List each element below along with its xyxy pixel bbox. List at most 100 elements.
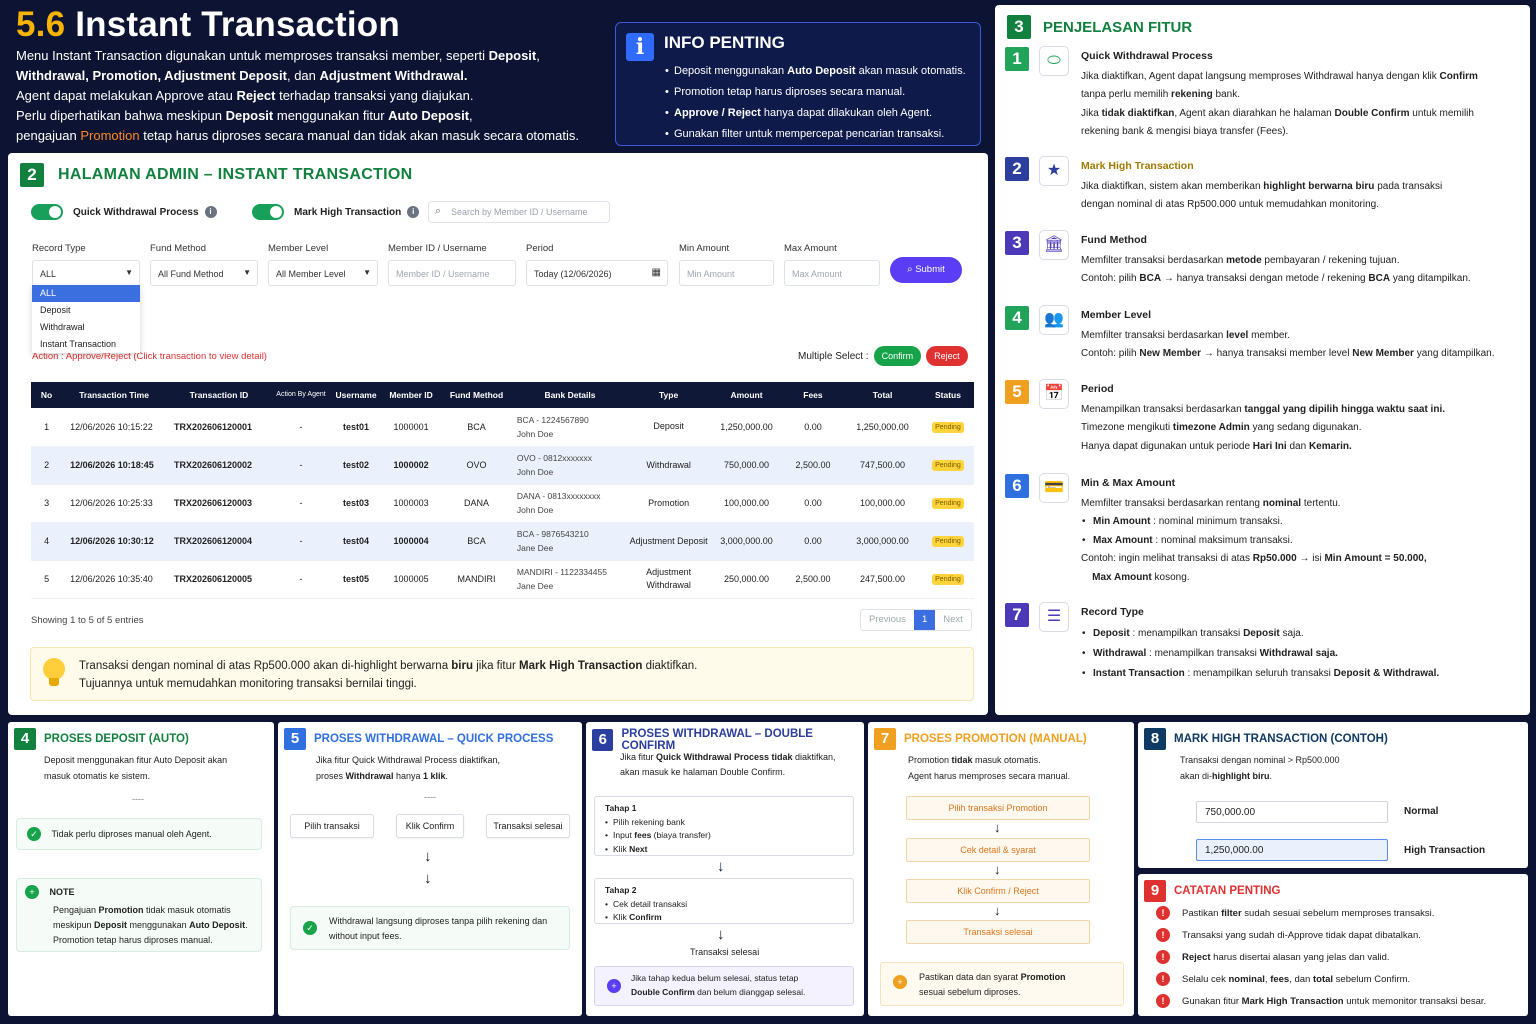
column-header[interactable]: Total (843, 382, 922, 408)
flow-step: Cek detail & syarat (906, 838, 1090, 862)
feature-title: Record Type (1081, 606, 1144, 618)
step-2-box: Tahap 2 Cek detail transaksiKlik Confirm (594, 878, 854, 924)
column-header[interactable]: Fees (782, 382, 844, 408)
table-row[interactable]: 1 12/06/2026 10:15:22 TRX202606120001- test… (31, 408, 974, 447)
submit-button[interactable]: ⌕ Submit (890, 257, 962, 283)
table-header: No Transaction Time Transaction ID Action B… (31, 382, 974, 408)
table-cell: 12/06/2026 10:25:33 (62, 484, 166, 523)
table-cell: TRX202606120004 (166, 522, 272, 561)
column-header[interactable]: Amount (710, 382, 783, 408)
table-cell: 1,250,000.00 (843, 408, 922, 447)
feature-explanation-panel: 3 PENJELASAN FITUR 1 ⬭ Quick Withdrawal Pro… (995, 5, 1530, 715)
table-cell: 12/06/2026 10:30:12 (62, 522, 166, 561)
table-row[interactable]: 2 12/06/2026 10:18:45 TRX202606120002- test… (31, 446, 974, 485)
column-header[interactable]: No (31, 382, 63, 408)
arrow-down-icon: ↓ (994, 903, 1001, 918)
feature-number: 3 (1005, 231, 1029, 255)
reject-button[interactable]: Reject (926, 346, 968, 366)
flow-step: Pilih transaksi (290, 814, 374, 838)
previous-button[interactable]: Previous (861, 610, 914, 630)
table-cell: 4 (31, 522, 63, 561)
column-header[interactable]: Member ID (382, 382, 441, 408)
column-header[interactable]: Bank Details (512, 382, 628, 408)
chevron-down-icon: ▼ (363, 268, 371, 277)
column-header[interactable]: Transaction ID (166, 382, 272, 408)
star-icon: ★ (1039, 156, 1069, 186)
arrow-down-icon: ↓ (994, 820, 1001, 835)
member-id-input[interactable]: Member ID / Username (388, 260, 516, 286)
pagination: Previous 1 Next (860, 609, 972, 631)
section-number: 4 (14, 728, 36, 750)
table-cell: Deposit (627, 408, 711, 447)
section-title: PROSES WITHDRAWAL – QUICK PROCESS (314, 733, 554, 745)
table-cell: Pending (922, 484, 974, 523)
table-cell: OVO (440, 446, 513, 485)
table-cell: Adjustment Withdrawal (627, 560, 711, 599)
mark-high-transaction-toggle[interactable] (252, 204, 284, 220)
table-row[interactable]: 4 12/06/2026 10:30:12 TRX202606120004- test… (31, 522, 974, 561)
arrow-down-icon: ↓ (717, 926, 725, 943)
section-title: PROSES WITHDRAWAL – DOUBLE CONFIRM (621, 728, 813, 752)
section-number: 8 (1144, 728, 1166, 750)
period-input[interactable]: Today (12/06/2026) ▦ (526, 260, 668, 286)
table-row[interactable]: 3 12/06/2026 10:25:33 TRX202606120003- test… (31, 484, 974, 523)
quick-withdrawal-toggle[interactable] (31, 204, 63, 220)
withdrawal-quick-panel: 5 PROSES WITHDRAWAL – QUICK PROCESS Jika … (278, 722, 582, 1016)
help-icon[interactable]: i (407, 206, 420, 218)
page-button[interactable]: 1 (913, 610, 936, 630)
table-cell: 1 (31, 408, 63, 447)
filter-label: Member Level (268, 243, 329, 254)
feature-title: Min & Max Amount (1081, 477, 1176, 489)
column-header[interactable]: Type (627, 382, 711, 408)
chevron-down-icon: ▼ (125, 268, 133, 277)
table-cell: 1,250,000.00 (710, 408, 783, 447)
help-icon[interactable]: i (204, 206, 217, 218)
table-cell: - (271, 522, 331, 561)
table-cell: test01 (330, 408, 382, 447)
dropdown-option[interactable]: Withdrawal (32, 319, 140, 336)
feature-number: 1 (1005, 47, 1029, 71)
arrow-down-icon: ↓ (424, 870, 432, 887)
table-cell: 1000003 (382, 484, 441, 523)
alert-icon: ! (1156, 950, 1170, 965)
feature-title: Quick Withdrawal Process (1081, 50, 1213, 62)
table-cell: Withdrawal (627, 446, 711, 485)
max-amount-input[interactable]: Max Amount (784, 260, 880, 286)
feature-number: 7 (1005, 603, 1029, 627)
table-cell: - (271, 408, 331, 447)
table-cell: 100,000.00 (710, 484, 783, 523)
record-type-select[interactable]: ALL ▼ (32, 260, 140, 286)
flow-step: Transaksi selesai (906, 920, 1090, 944)
search-input[interactable]: ⌕ Search by Member ID / Username (428, 201, 610, 223)
note-item: ! Pastikan filter sudah sesuai sebelum me… (1156, 906, 1516, 928)
section-title: HALAMAN ADMIN – INSTANT TRANSACTION (58, 166, 413, 183)
member-level-select[interactable]: All Member Level ▼ (268, 260, 378, 286)
note-item: ! Selalu cek nominal, fees, dan total seb… (1156, 972, 1516, 994)
column-header[interactable]: Username (330, 382, 382, 408)
column-header[interactable]: Fund Method (440, 382, 513, 408)
arrow-down-icon: ↓ (717, 858, 725, 875)
alert-icon: ! (1156, 994, 1170, 1009)
feature-number: 2 (1005, 157, 1029, 181)
amount-example-high: 1,250,000.00 (1196, 839, 1388, 861)
step-1-box: Tahap 1 Pilih rekening bankInput fees (b… (594, 796, 854, 856)
info-title: INFO PENTING (664, 33, 785, 52)
highlight-note: Transaksi dengan nominal di atas Rp500.0… (30, 647, 974, 701)
column-header[interactable]: Transaction Time (62, 382, 166, 408)
min-amount-input[interactable]: Min Amount (679, 260, 774, 286)
dropdown-option[interactable]: Deposit (32, 302, 140, 319)
column-header[interactable]: Status (922, 382, 974, 408)
dropdown-option[interactable]: ALL (32, 285, 140, 302)
success-note: ✓ Tidak perlu diproses manual oleh Agent… (16, 818, 262, 850)
filter-label: Min Amount (679, 243, 730, 254)
info-icon: i (626, 33, 654, 61)
confirm-button[interactable]: Confirm (873, 346, 922, 366)
table-cell: Adjustment Deposit (627, 522, 711, 561)
column-header[interactable]: Action By Agent (271, 382, 331, 408)
table-row[interactable]: 5 12/06/2026 10:35:40 TRX202606120005- test… (31, 560, 974, 599)
fund-method-select[interactable]: All Fund Method ▼ (150, 260, 258, 286)
dropdown-option[interactable]: Instant Transaction (32, 336, 140, 353)
chevron-down-icon: ▼ (243, 268, 251, 277)
table-cell: 12/06/2026 10:18:45 (62, 446, 166, 485)
next-button[interactable]: Next (935, 610, 971, 630)
